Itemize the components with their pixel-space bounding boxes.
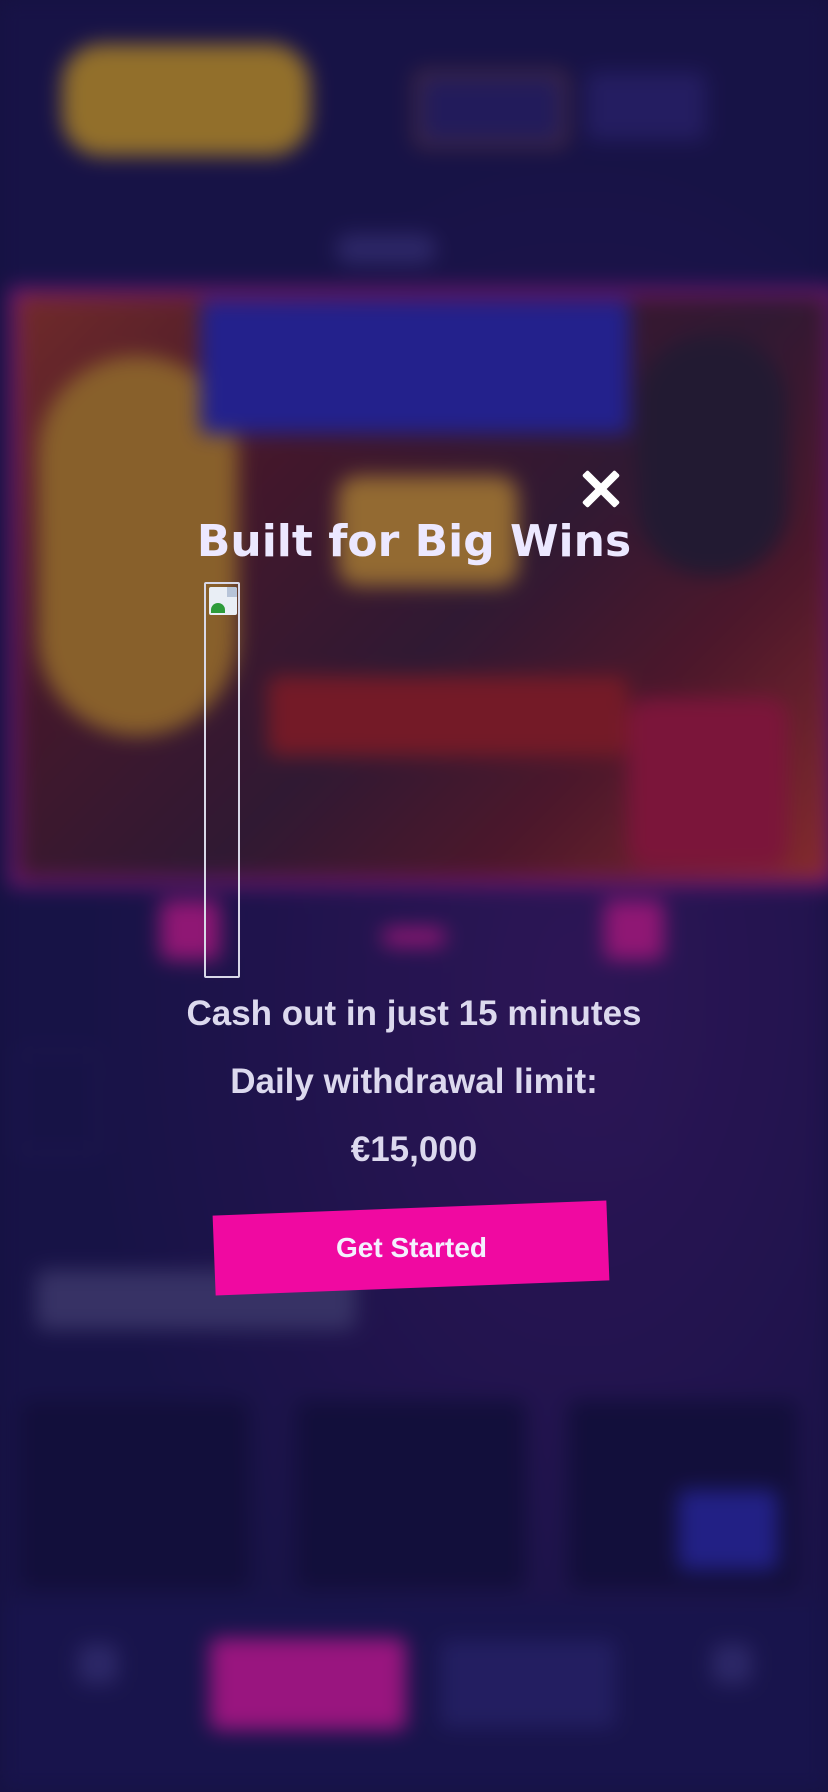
- close-icon[interactable]: [578, 466, 624, 512]
- feature-withdrawal-limit-value: €15,000: [350, 1130, 478, 1169]
- get-started-button[interactable]: Get Started: [212, 1200, 610, 1296]
- modal-title: Built for Big Wins: [196, 516, 632, 567]
- feature-withdrawal-limit-label: Daily withdrawal limit:: [230, 1062, 598, 1101]
- broken-image-icon: [209, 587, 237, 615]
- modal-backdrop[interactable]: [0, 0, 828, 1792]
- broken-image: [204, 582, 240, 978]
- feature-cashout: Cash out in just 15 minutes: [186, 994, 642, 1033]
- get-started-label: Get Started: [335, 1232, 487, 1263]
